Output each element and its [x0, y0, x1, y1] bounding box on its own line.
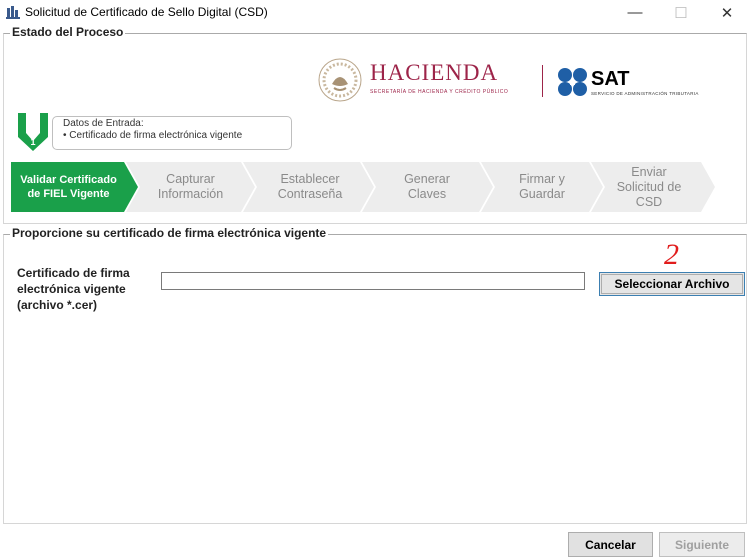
step-generar-claves: Generar Claves — [404, 172, 450, 201]
hacienda-logo-text: HACIENDA — [370, 60, 499, 85]
step-firmar-guardar: Firmar y Guardar — [519, 172, 565, 201]
certificate-path-input[interactable] — [161, 272, 585, 290]
cancel-button[interactable]: Cancelar — [568, 532, 653, 557]
step-capturar-informacion: Capturar Información — [157, 172, 224, 201]
certificate-field-label: Certificado de firma electrónica vigente… — [17, 266, 130, 312]
input-data-title: Datos de Entrada: — [63, 118, 144, 129]
logo-divider — [542, 65, 543, 97]
select-file-button[interactable]: Seleccionar Archivo — [599, 272, 745, 296]
input-data-item: • Certificado de firma electrónica vigen… — [63, 130, 243, 141]
step-establecer-contrasena: Establecer Contraseña — [277, 172, 343, 201]
sat-logo-text: SAT — [591, 68, 630, 90]
close-button[interactable]: ✕ — [704, 0, 747, 25]
next-button[interactable]: Siguiente — [659, 532, 745, 557]
minimize-button[interactable]: — — [612, 0, 658, 25]
sat-logo-subtitle: SERVICIO DE ADMINISTRACIÓN TRIBUTARIA — [591, 91, 699, 96]
window-title: Solicitud de Certificado de Sello Digita… — [25, 5, 268, 19]
hacienda-logo-subtitle: SECRETARÍA DE HACIENDA Y CRÉDITO PÚBLICO — [370, 89, 509, 95]
input-data-box: Datos de Entrada: • Certificado de firma… — [52, 116, 292, 150]
annotation-step-number: 2 — [664, 238, 679, 271]
process-status-legend: Estado del Proceso — [10, 25, 126, 39]
maximize-button[interactable]: ☐ — [658, 0, 704, 25]
current-step-number: 1 — [30, 137, 36, 147]
mexico-seal-icon — [318, 58, 362, 102]
process-steps: Validar Certificado de FIEL Vigente Captu… — [11, 162, 717, 212]
step-validar-certificado: Validar Certificado de FIEL Vigente — [20, 174, 117, 200]
sat-logo-icon — [558, 68, 587, 96]
certificate-form-legend: Proporcione su certificado de firma elec… — [10, 226, 329, 240]
app-icon — [6, 6, 20, 19]
title-bar: Solicitud de Certificado de Sello Digita… — [0, 0, 747, 25]
step-enviar-solicitud: Enviar Solicitud de CSD — [616, 164, 682, 209]
